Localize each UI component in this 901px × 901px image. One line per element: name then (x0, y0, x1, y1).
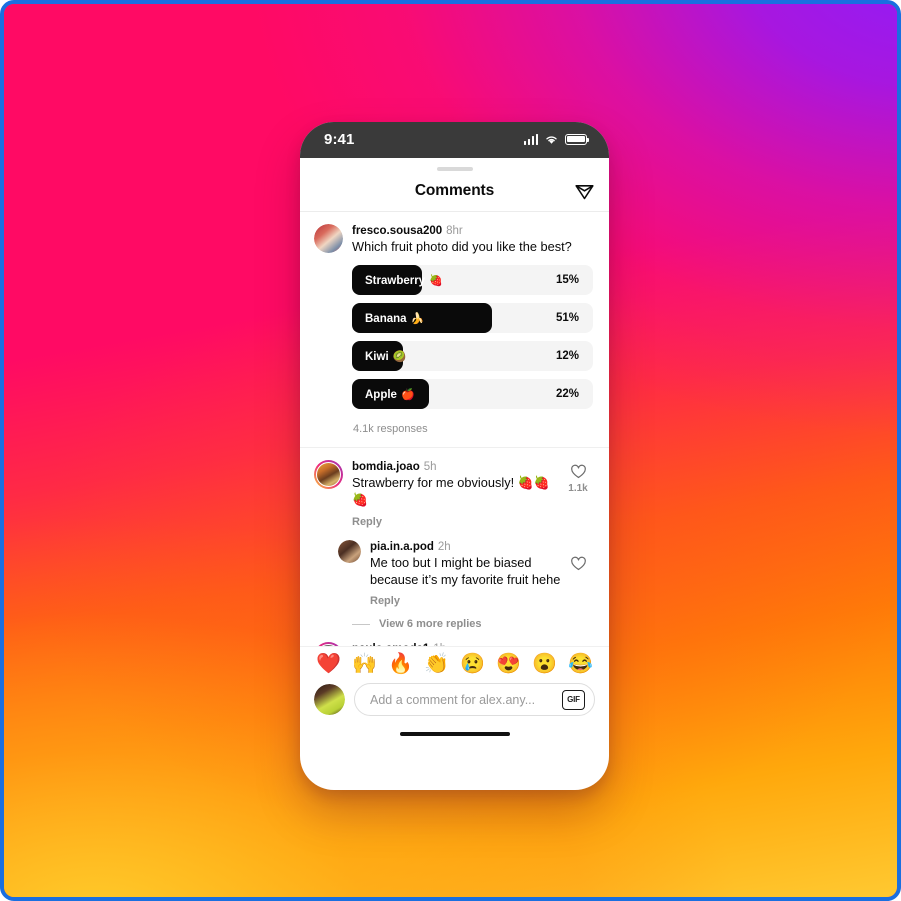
page-title: Comments (414, 182, 495, 199)
avatar[interactable] (338, 539, 361, 563)
view-more-replies-button[interactable]: View 6 more replies (300, 607, 609, 630)
reply-username[interactable]: pia.in.a.pod (370, 541, 434, 553)
emoji-quick-bar: ❤️ 🙌 🔥 👏 😢 😍 😮 😂 (300, 646, 609, 679)
poll-option-percent: 15% (555, 274, 579, 286)
poll-post: fresco.sousa200 8hr Which fruit photo did… (300, 212, 609, 435)
poll-option-apple[interactable]: Apple 🍎 22% (352, 379, 593, 409)
like-control[interactable] (561, 540, 595, 608)
comment-composer: Add a comment for alex.any... GIF (300, 679, 609, 726)
current-user-avatar[interactable] (314, 684, 345, 715)
emoji-clap-icon[interactable]: 👏 (424, 654, 449, 674)
comment-username[interactable]: paulo.amoda1 (352, 643, 429, 646)
comment-input[interactable]: Add a comment for alex.any... (370, 693, 562, 707)
comment-text: Strawberry for me obviously! 🍓🍓🍓 (352, 475, 550, 507)
emoji-heart-eyes-icon[interactable]: 😍 (496, 654, 521, 674)
poll-username[interactable]: fresco.sousa200 (352, 225, 442, 237)
status-indicators (523, 133, 590, 145)
reply-text: Me too but I might be biased because it’… (370, 555, 561, 587)
comment-author-meta: bomdia.joao 5h (352, 460, 561, 474)
emoji-raised-hands-icon[interactable]: 🙌 (352, 654, 377, 674)
home-indicator-area (300, 726, 609, 745)
sheet-grabber-area[interactable] (300, 158, 609, 171)
wifi-icon (546, 135, 557, 144)
poll-response-count: 4.1k responses (353, 423, 428, 435)
avatar[interactable] (314, 224, 343, 253)
comment-item: bomdia.joao 5h Strawberry for me obviousl… (300, 448, 609, 528)
avatar[interactable] (314, 642, 343, 646)
emoji-cry-icon[interactable]: 😢 (460, 654, 485, 674)
poll-question: Which fruit photo did you like the best? (352, 239, 572, 255)
emoji-joy-icon[interactable]: 😂 (568, 654, 593, 674)
reply-author-meta: pia.in.a.pod 2h (370, 540, 561, 554)
paper-plane-share-icon[interactable] (573, 180, 595, 202)
poll-option-label: Strawberry 🍓 (365, 274, 443, 287)
comment-timestamp: 1h (433, 643, 446, 646)
poll-option-banana[interactable]: Banana 🍌 51% (352, 303, 593, 333)
poll-option-label: Apple 🍎 (365, 388, 415, 401)
poll-option-label: Kiwi 🥝 (365, 350, 407, 363)
like-count: 1.1k (568, 483, 588, 494)
like-control[interactable]: 1.1k (561, 460, 595, 528)
kiwi-emoji-icon: 🥝 (392, 350, 407, 363)
poll-option-kiwi[interactable]: Kiwi 🥝 12% (352, 341, 593, 371)
comment-input-container[interactable]: Add a comment for alex.any... GIF (354, 683, 595, 716)
poll-option-percent: 51% (555, 312, 579, 324)
comment-username[interactable]: bomdia.joao (352, 461, 420, 473)
comments-header: Comments (300, 171, 609, 212)
comment-reply-item: pia.in.a.pod 2h Me too but I might be bia… (300, 528, 609, 608)
emoji-fire-icon[interactable]: 🔥 (388, 654, 413, 674)
status-bar: 9:41 (300, 122, 609, 158)
phone-mockup: 9:41 Comments fresco.sousa200 8hr Which … (300, 122, 609, 790)
poll-option-percent: 22% (555, 388, 579, 400)
apple-emoji-icon: 🍎 (400, 388, 415, 401)
reply-button[interactable]: Reply (352, 516, 561, 528)
heart-outline-icon[interactable] (570, 555, 587, 572)
status-time: 9:41 (324, 130, 355, 148)
poll-options: Strawberry🍓 15% Banana🍌 51% Kiwi🥝 12% (352, 265, 595, 435)
home-indicator[interactable] (399, 732, 510, 736)
divider-line-icon (352, 623, 370, 625)
banana-emoji-icon: 🍌 (410, 312, 425, 325)
strawberry-emoji-icon: 🍓 (429, 274, 443, 287)
poll-author-meta: fresco.sousa200 8hr (352, 224, 595, 238)
poster-canvas: 9:41 Comments fresco.sousa200 8hr Which … (0, 0, 901, 901)
avatar[interactable] (314, 460, 343, 489)
battery-icon (565, 133, 590, 145)
signal-bars-icon (523, 133, 538, 145)
comment-author-meta: paulo.amoda1 1h (352, 642, 595, 646)
gif-button[interactable]: GIF (562, 689, 585, 710)
poll-option-label: Banana 🍌 (365, 312, 425, 325)
emoji-surprised-icon[interactable]: 😮 (532, 654, 557, 674)
heart-outline-icon[interactable] (570, 463, 587, 480)
comments-feed[interactable]: fresco.sousa200 8hr Which fruit photo did… (300, 212, 609, 646)
emoji-heart-icon[interactable]: ❤️ (316, 654, 341, 674)
poll-option-percent: 12% (555, 350, 579, 362)
poll-option-strawberry[interactable]: Strawberry 🍓 15% (352, 265, 593, 295)
view-more-replies-label: View 6 more replies (379, 618, 482, 631)
comment-timestamp: 5h (423, 461, 437, 473)
reply-timestamp: 2h (437, 540, 451, 553)
poll-timestamp: 8hr (446, 225, 463, 237)
comment-item: paulo.amoda1 1h (300, 630, 609, 646)
reply-button[interactable]: Reply (370, 595, 561, 607)
